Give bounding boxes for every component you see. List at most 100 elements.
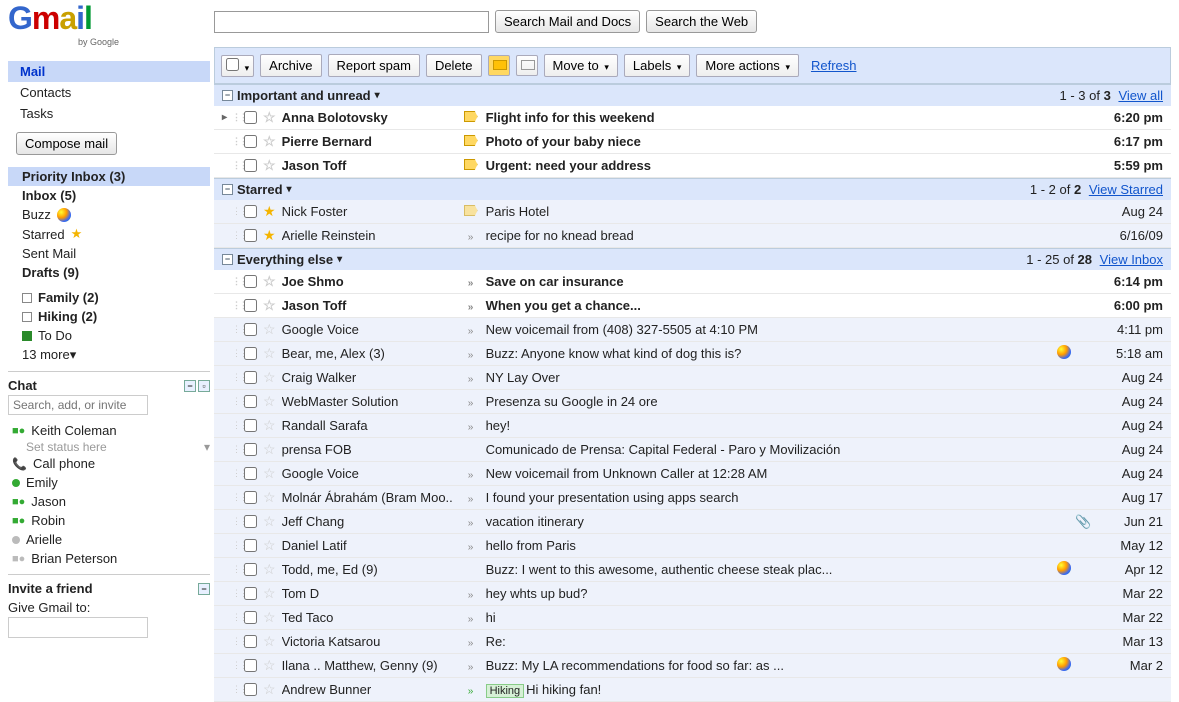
mail-row[interactable]: ⋮⋮ ☆ Jason Toff » When you get a chance.… <box>214 294 1171 318</box>
star-icon[interactable]: ☆ <box>263 345 276 362</box>
chat-contact[interactable]: ■●Jason <box>8 492 210 511</box>
chat-status[interactable]: Set status here▾ <box>8 440 210 454</box>
chat-call-phone[interactable]: 📞Call phone <box>8 454 210 473</box>
mark-important-button[interactable] <box>488 55 510 76</box>
star-icon[interactable]: ☆ <box>263 585 276 602</box>
chat-search-input[interactable] <box>8 395 148 415</box>
star-icon[interactable]: ☆ <box>263 109 276 126</box>
drag-handle-icon[interactable]: ⋮⋮ <box>232 420 238 431</box>
star-icon[interactable]: ☆ <box>263 321 276 338</box>
row-checkbox[interactable] <box>244 419 257 432</box>
chat-me[interactable]: ■●Keith Coleman <box>8 421 210 440</box>
label-family[interactable]: Family (2) <box>8 288 210 307</box>
row-checkbox[interactable] <box>244 515 257 528</box>
drag-handle-icon[interactable]: ⋮⋮ <box>232 300 238 311</box>
mail-row[interactable]: ⋮⋮ ☆ Daniel Latif » hello from Paris May… <box>214 534 1171 558</box>
marker-icon[interactable]: » <box>468 614 474 625</box>
row-checkbox[interactable] <box>244 659 257 672</box>
star-icon[interactable]: ★ <box>263 203 276 220</box>
mail-row[interactable]: ⋮⋮ ☆ Ilana .. Matthew, Genny (9) » Buzz:… <box>214 654 1171 678</box>
folder-starred[interactable]: Starred ★ <box>8 224 210 244</box>
drag-handle-icon[interactable]: ⋮⋮ <box>232 372 238 383</box>
labels-button[interactable]: Labels ▾ <box>624 54 690 77</box>
drag-handle-icon[interactable]: ⋮⋮ <box>232 206 238 217</box>
drag-handle-icon[interactable]: ⋮⋮ <box>232 588 238 599</box>
section-view-link[interactable]: View Starred <box>1089 182 1163 197</box>
star-icon[interactable]: ☆ <box>263 681 276 698</box>
marker-icon[interactable]: » <box>468 374 474 385</box>
chat-contact[interactable]: ■●Robin <box>8 511 210 530</box>
section-view-link[interactable]: View Inbox <box>1100 252 1163 267</box>
folder-sent[interactable]: Sent Mail <box>8 244 210 263</box>
row-checkbox[interactable] <box>244 491 257 504</box>
chat-collapse-icon[interactable]: − <box>184 380 196 392</box>
drag-handle-icon[interactable]: ⋮⋮ <box>232 636 238 647</box>
marker-icon[interactable]: » <box>468 398 474 409</box>
row-checkbox[interactable] <box>244 467 257 480</box>
star-icon[interactable]: ☆ <box>263 133 276 150</box>
drag-handle-icon[interactable]: ⋮⋮ <box>232 160 238 171</box>
mail-row[interactable]: ⋮⋮ ☆ Google Voice » New voicemail from U… <box>214 462 1171 486</box>
nav-tasks[interactable]: Tasks <box>8 103 210 124</box>
star-icon[interactable]: ☆ <box>263 609 276 626</box>
drag-handle-icon[interactable]: ⋮⋮ <box>232 444 238 455</box>
row-checkbox[interactable] <box>244 683 257 696</box>
star-icon[interactable]: ★ <box>263 227 276 244</box>
report-spam-button[interactable]: Report spam <box>328 54 420 77</box>
mark-unimportant-button[interactable] <box>516 55 538 76</box>
star-icon[interactable]: ☆ <box>263 513 276 530</box>
refresh-link[interactable]: Refresh <box>811 58 857 73</box>
row-checkbox[interactable] <box>244 347 257 360</box>
marker-icon[interactable]: » <box>468 470 474 481</box>
marker-icon[interactable]: » <box>468 518 474 529</box>
star-icon[interactable]: ☆ <box>263 657 276 674</box>
marker-icon[interactable]: » <box>468 638 474 649</box>
marker-icon[interactable]: » <box>468 326 474 337</box>
nav-mail[interactable]: Mail <box>8 61 210 82</box>
section-collapse-icon[interactable]: − <box>222 254 233 265</box>
row-checkbox[interactable] <box>244 275 257 288</box>
marker-icon[interactable]: » <box>468 350 474 361</box>
mail-row[interactable]: ⋮⋮ ☆ Jason Toff Urgent: need your addres… <box>214 154 1171 178</box>
drag-handle-icon[interactable]: ⋮⋮ <box>232 492 238 503</box>
marker-icon[interactable]: » <box>468 662 474 673</box>
row-checkbox[interactable] <box>244 205 257 218</box>
chat-contact[interactable]: ■●Brian Peterson <box>8 549 210 568</box>
section-view-link[interactable]: View all <box>1118 88 1163 103</box>
drag-handle-icon[interactable]: ⋮⋮ <box>232 136 238 147</box>
row-checkbox[interactable] <box>244 323 257 336</box>
chat-contact[interactable]: Emily <box>8 473 210 492</box>
star-icon[interactable]: ☆ <box>263 297 276 314</box>
marker-icon[interactable]: » <box>468 590 474 601</box>
mail-row[interactable]: ⋮⋮ ☆ Jeff Chang » vacation itinerary 📎 J… <box>214 510 1171 534</box>
star-icon[interactable]: ☆ <box>263 537 276 554</box>
mail-row[interactable]: ▸ ⋮⋮ ☆ Anna Bolotovsky Flight info for t… <box>214 106 1171 130</box>
drag-handle-icon[interactable]: ⋮⋮ <box>232 516 238 527</box>
marker-icon[interactable]: » <box>468 302 474 313</box>
drag-handle-icon[interactable]: ⋮⋮ <box>232 684 238 695</box>
marker-icon[interactable]: » <box>468 542 474 553</box>
mail-row[interactable]: ⋮⋮ ☆ Pierre Bernard Photo of your baby n… <box>214 130 1171 154</box>
row-checkbox[interactable] <box>244 111 257 124</box>
drag-handle-icon[interactable]: ⋮⋮ <box>232 564 238 575</box>
mail-row[interactable]: ⋮⋮ ☆ Tom D » hey whts up bud? Mar 22 <box>214 582 1171 606</box>
folder-buzz[interactable]: Buzz <box>8 205 210 224</box>
chevron-down-icon[interactable]: ▾ <box>375 90 380 101</box>
row-checkbox[interactable] <box>244 539 257 552</box>
star-icon[interactable]: ☆ <box>263 633 276 650</box>
drag-handle-icon[interactable]: ⋮⋮ <box>232 660 238 671</box>
star-icon[interactable]: ☆ <box>263 465 276 482</box>
label-hiking[interactable]: Hiking (2) <box>8 307 210 326</box>
drag-handle-icon[interactable]: ⋮⋮ <box>232 112 238 123</box>
star-icon[interactable]: ☆ <box>263 273 276 290</box>
drag-handle-icon[interactable]: ⋮⋮ <box>232 276 238 287</box>
label-todo[interactable]: To Do <box>8 326 210 345</box>
nav-contacts[interactable]: Contacts <box>8 82 210 103</box>
important-marker-icon[interactable] <box>464 205 478 216</box>
invite-collapse-icon[interactable]: − <box>198 583 210 595</box>
mail-row[interactable]: ⋮⋮ ☆ Bear, me, Alex (3) » Buzz: Anyone k… <box>214 342 1171 366</box>
marker-icon[interactable]: » <box>468 494 474 505</box>
row-checkbox[interactable] <box>244 159 257 172</box>
select-all-checkbox[interactable]: ▾ <box>221 55 254 77</box>
important-marker-icon[interactable] <box>464 135 478 146</box>
